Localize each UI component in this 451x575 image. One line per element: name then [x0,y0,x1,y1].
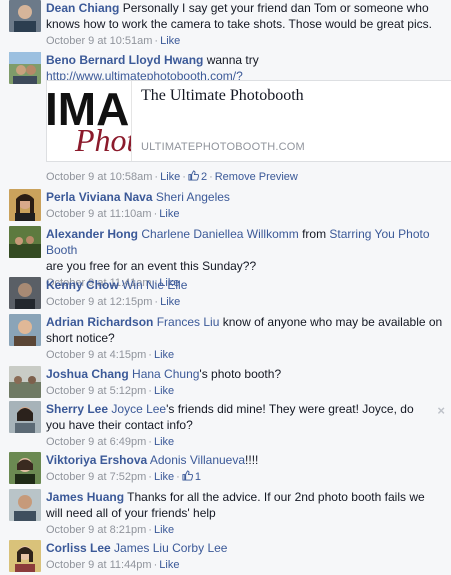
avatar[interactable] [9,540,41,572]
comment-text: Sherry Lee Joyce Lee's friends did mine!… [46,401,423,433]
thumbs-up-icon [188,170,199,181]
comment-time[interactable]: October 9 at 10:51am [46,35,152,47]
comment-text: Dean Chiang Personally I say get your fr… [46,0,443,32]
preview-domain: ULTIMATEPHOTOBOOTH.COM [141,141,305,153]
comment-meta: October 9 at 10:58am · Like · 2 · Remove Previ… [46,170,298,183]
comment-time[interactable]: October 9 at 8:21pm [46,524,146,536]
comment-text: Adrian Richardson Frances Liu know of an… [46,314,443,346]
avatar[interactable] [9,366,41,398]
like-button[interactable]: Like [154,471,174,483]
link-preview[interactable]: IMA Phot The Ultimate Photobooth ULTIMAT… [46,80,451,162]
avatar[interactable] [9,314,41,346]
comment-text: James Huang Thanks for all the advice. I… [46,489,443,521]
comment-time[interactable]: October 9 at 11:10am [46,208,152,220]
like-button[interactable]: Like [154,385,174,397]
comment-text: Corliss Lee James Liu Corby Lee [46,540,443,556]
comment-text: Viktoriya Ershova Adonis Villanueva!!!! [46,452,443,468]
comment-meta: October 9 at 7:52pm · Like · 1 [46,470,201,483]
comment-author[interactable]: Sherry Lee [46,402,108,416]
comment-author[interactable]: Viktoriya Ershova [46,453,147,467]
close-icon[interactable]: × [437,403,445,418]
comment-mention[interactable]: Hana Chung [132,367,199,381]
avatar[interactable] [9,452,41,484]
preview-title[interactable]: The Ultimate Photobooth [141,87,304,105]
remove-preview-button[interactable]: Remove Preview [215,171,298,183]
comment-mention[interactable]: Sheri Angeles [156,190,230,204]
comment-mention[interactable]: Frances Liu [157,315,220,329]
comment-meta: October 9 at 6:49pm · Like [46,436,175,448]
comment-author[interactable]: Alexander Hong [46,227,138,241]
comment-author[interactable]: Adrian Richardson [46,315,153,329]
like-button[interactable]: Like [154,524,174,536]
comment-body: are you free for an event this Sunday?? [46,259,257,273]
comment-mention[interactable]: Charlene Daniellea Willkomm [141,227,298,241]
comment-author[interactable]: Beno Bernard Lloyd Hwang [46,53,203,67]
comment-mention[interactable]: Corby Lee [172,541,227,555]
comment-author[interactable]: Corliss Lee [46,541,111,555]
like-button[interactable]: Like [154,349,174,361]
like-button[interactable]: Like [160,296,180,308]
avatar[interactable] [9,489,41,521]
like-button[interactable]: Like [159,208,179,220]
comment-body: wanna try [206,53,259,67]
comment-meta: October 9 at 4:15pm · Like [46,349,175,361]
comment-meta: October 9 at 11:10am · Like [46,208,180,220]
comment-meta: October 9 at 10:51am · Like [46,35,181,47]
avatar[interactable] [9,277,41,309]
comment-author[interactable]: Kenny Chow [46,278,119,292]
avatar[interactable] [9,0,41,32]
comment-time[interactable]: October 9 at 5:12pm [46,385,146,397]
comment-meta: October 9 at 12:15pm · Like [46,296,181,308]
comment-time[interactable]: October 9 at 4:15pm [46,349,146,361]
preview-image[interactable]: IMA Phot [47,81,132,161]
avatar[interactable] [9,226,41,258]
like-count[interactable]: 1 [182,470,201,483]
comment-meta: October 9 at 5:12pm · Like [46,385,175,397]
avatar[interactable] [9,52,41,84]
like-button[interactable]: Like [160,35,180,47]
comment-author[interactable]: Joshua Chang [46,367,129,381]
comment-time[interactable]: October 9 at 12:15pm [46,296,152,308]
like-button[interactable]: Like [160,171,180,183]
comment-time[interactable]: October 9 at 11:44pm [46,559,152,571]
comment-time[interactable]: October 9 at 10:58am [46,171,152,183]
comment-body: !!!! [245,453,259,467]
like-button[interactable]: Like [159,559,179,571]
comment-text: Perla Viviana Nava Sheri Angeles [46,189,443,205]
avatar[interactable] [9,189,41,221]
comment-author[interactable]: Perla Viviana Nava [46,190,153,204]
comment-text: Joshua Chang Hana Chung's photo booth? [46,366,443,382]
comment-meta: October 9 at 11:44pm · Like [46,559,180,571]
comment-meta: October 9 at 8:21pm · Like [46,524,175,536]
thumbs-up-icon [182,470,193,481]
comment-mention[interactable]: Joyce Lee [111,402,166,416]
comment-text: Kenny Chow Win Nie Elle [46,277,443,293]
comment-body: 's photo booth? [199,367,282,381]
comment-mention[interactable]: Adonis Villanueva [150,453,245,467]
avatar[interactable] [9,401,41,433]
comment-time[interactable]: October 9 at 7:52pm [46,471,146,483]
comment-mention[interactable]: Win Nie Elle [122,278,187,292]
comment-time[interactable]: October 9 at 6:49pm [46,436,146,448]
like-button[interactable]: Like [154,436,174,448]
comment-text: Alexander Hong Charlene Daniellea Willko… [46,226,443,274]
like-count[interactable]: 2 [188,170,207,183]
comment-author[interactable]: Dean Chiang [46,1,119,15]
preview-image-script: Phot [74,122,131,158]
comment-mention[interactable]: James Liu [114,541,169,555]
comment-author[interactable]: James Huang [46,490,124,504]
